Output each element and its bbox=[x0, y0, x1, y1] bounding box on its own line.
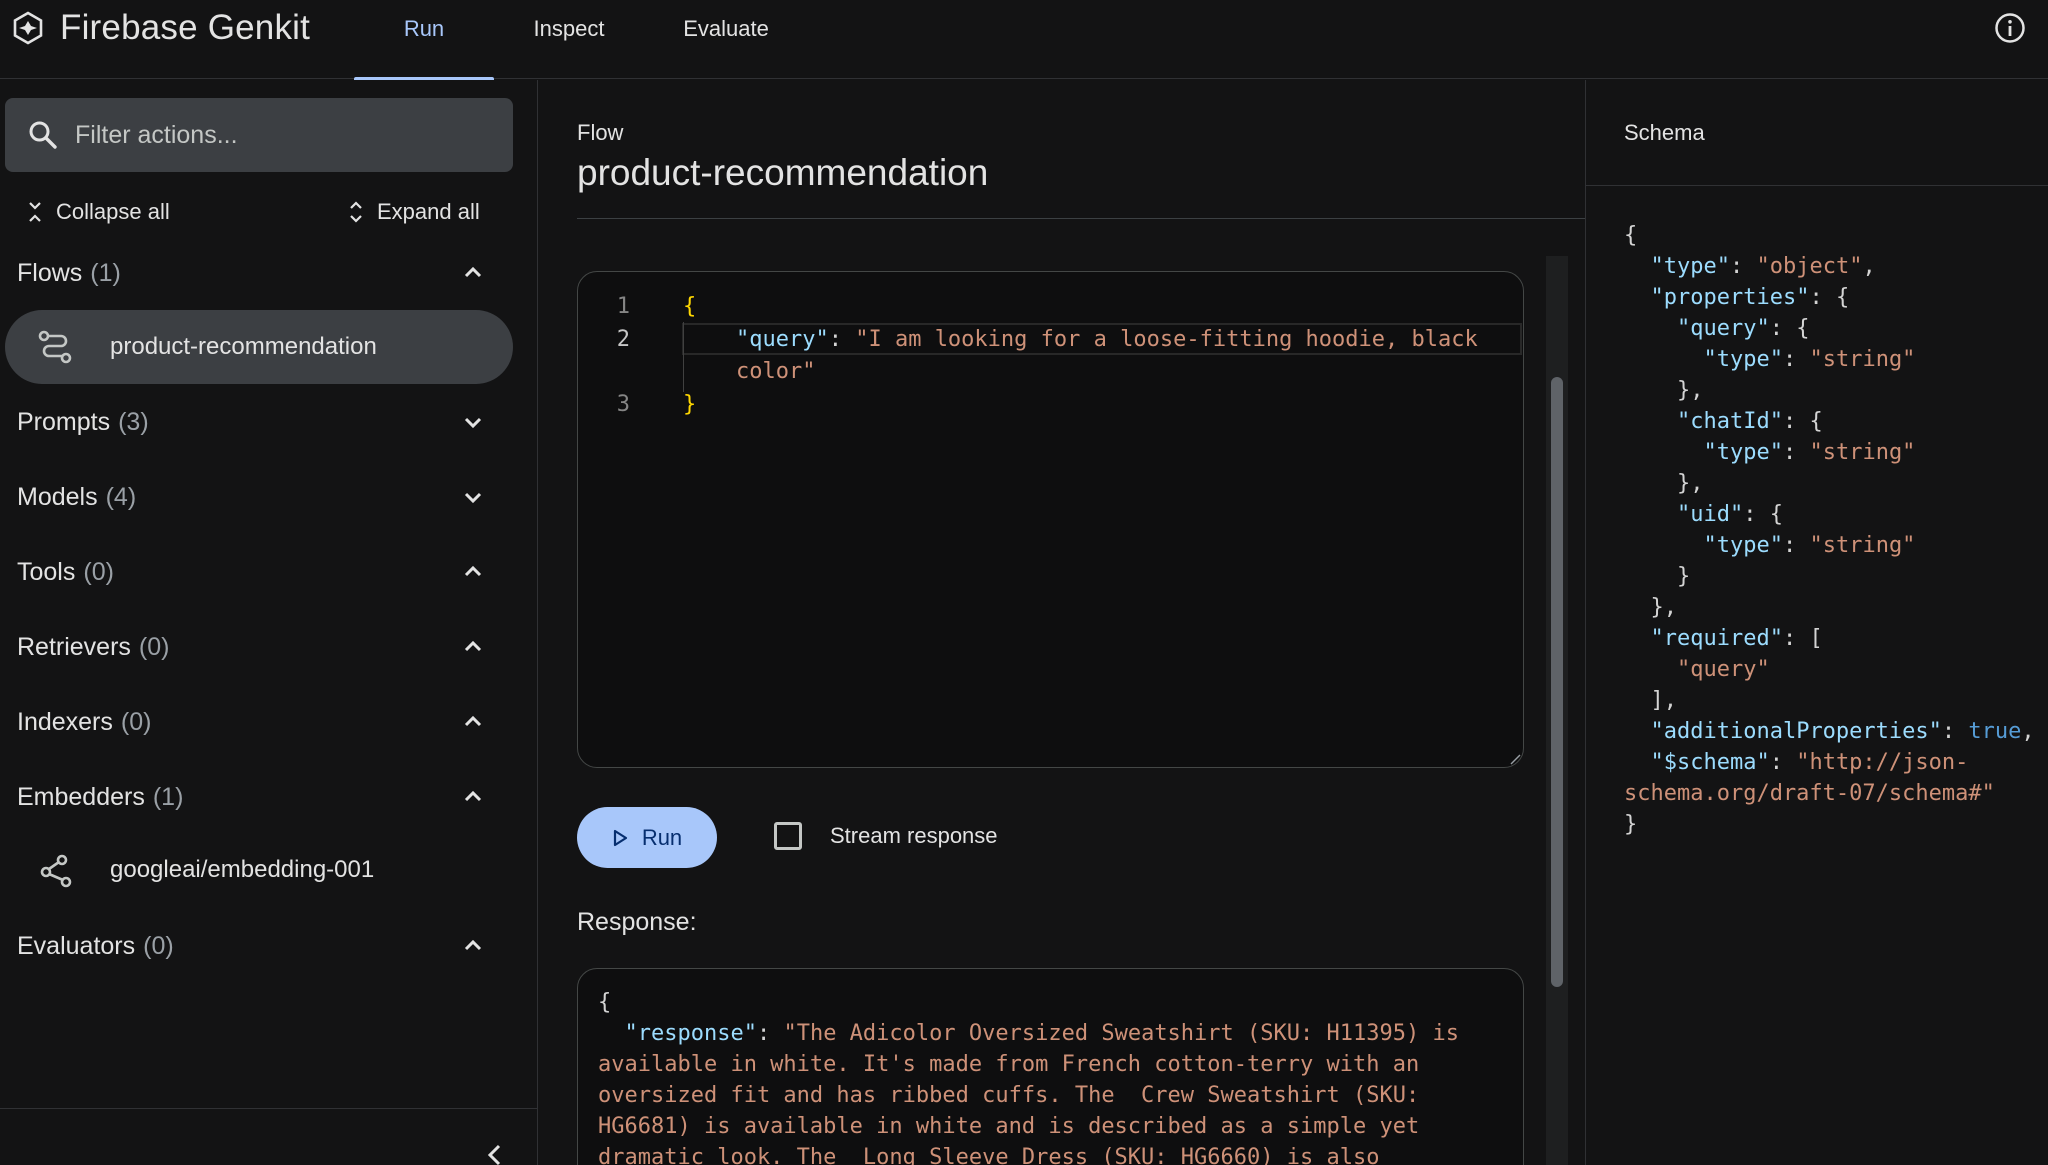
json-value-wrapped: color" bbox=[736, 359, 816, 384]
response-heading: Response: bbox=[577, 908, 697, 936]
chevron-up-icon bbox=[464, 640, 482, 652]
collapse-all-label: Collapse all bbox=[56, 199, 170, 224]
resize-handle-icon[interactable] bbox=[1509, 753, 1521, 765]
section-count: (0) bbox=[143, 931, 174, 960]
section-label: Prompts bbox=[17, 407, 111, 436]
embedder-item-googleai-embedding-001[interactable]: googleai/embedding-001 bbox=[5, 833, 513, 907]
section-label: Evaluators bbox=[17, 931, 136, 960]
run-button[interactable]: Run bbox=[577, 807, 717, 868]
top-bar: Firebase Genkit Run Inspect Evaluate bbox=[0, 0, 2048, 80]
section-label: Embedders bbox=[17, 782, 145, 811]
chevron-up-icon bbox=[464, 565, 482, 577]
run-button-label: Run bbox=[641, 824, 683, 850]
action-kind-label: Flow bbox=[577, 120, 624, 145]
app-title: Firebase Genkit bbox=[60, 8, 311, 47]
input-json-editor[interactable]: 1 2 3 { "query": "I am looking for a loo… bbox=[577, 271, 1524, 768]
section-count: (0) bbox=[83, 557, 114, 586]
expand-all-button[interactable]: Expand all bbox=[347, 192, 480, 232]
tab-evaluate[interactable]: Evaluate bbox=[670, 0, 782, 79]
info-icon[interactable] bbox=[1994, 12, 2026, 44]
play-icon bbox=[613, 829, 627, 846]
indent-guide bbox=[683, 322, 684, 392]
expand-icon bbox=[350, 201, 362, 223]
section-label: Models bbox=[17, 482, 98, 511]
tab-evaluate-label: Evaluate bbox=[683, 16, 769, 41]
section-count: (1) bbox=[152, 782, 184, 811]
schema-title: Schema bbox=[1624, 120, 1705, 145]
line-number: 2 bbox=[616, 327, 630, 352]
expand-all-label: Expand all bbox=[377, 199, 480, 224]
section-embedders[interactable]: Embedders (1) bbox=[0, 767, 520, 827]
json-close-brace: } bbox=[683, 392, 697, 417]
section-label: Flows bbox=[17, 258, 83, 287]
section-prompts[interactable]: Prompts (3) bbox=[0, 392, 520, 452]
line-number: 3 bbox=[616, 392, 630, 417]
section-models[interactable]: Models (4) bbox=[0, 467, 520, 527]
tab-run-label: Run bbox=[403, 16, 445, 41]
title-divider bbox=[577, 218, 1585, 219]
collapse-all-button[interactable]: Collapse all bbox=[26, 192, 170, 232]
section-count: (4) bbox=[105, 482, 137, 511]
tab-inspect[interactable]: Inspect bbox=[515, 0, 623, 79]
page-title: product-recommendation bbox=[577, 152, 989, 193]
section-evaluators[interactable]: Evaluators (0) bbox=[0, 916, 520, 976]
filter-box[interactable] bbox=[5, 98, 513, 172]
response-json: { "response": "The Adicolor Oversized Sw… bbox=[598, 990, 1473, 1165]
stream-response-label: Stream response bbox=[830, 823, 998, 848]
flow-icon bbox=[38, 330, 72, 364]
collapse-icon bbox=[29, 202, 41, 222]
scrollbar-thumb[interactable] bbox=[1551, 377, 1563, 987]
collapse-sidebar-icon[interactable] bbox=[484, 1142, 506, 1165]
section-flows[interactable]: Flows (1) bbox=[0, 243, 520, 303]
search-icon bbox=[29, 121, 57, 149]
main-panel: Flow product-recommendation 1 2 3 { "que… bbox=[539, 80, 1585, 1165]
schema-divider bbox=[1586, 185, 2048, 186]
flow-item-label: product-recommendation bbox=[110, 333, 377, 360]
tab-inspect-label: Inspect bbox=[533, 16, 605, 41]
flow-item-product-recommendation[interactable]: product-recommendation bbox=[5, 310, 513, 384]
section-retrievers[interactable]: Retrievers (0) bbox=[0, 617, 520, 677]
line-number: 1 bbox=[616, 294, 630, 319]
section-label: Tools bbox=[17, 557, 76, 586]
sidebar-divider bbox=[0, 1108, 538, 1109]
json-value: "I am looking for a loose-fitting hoodie… bbox=[855, 327, 1478, 352]
section-count: (3) bbox=[118, 407, 149, 436]
chevron-up-icon bbox=[464, 266, 482, 278]
json-open-brace: { bbox=[683, 294, 697, 319]
chevron-up-icon bbox=[464, 790, 482, 802]
chevron-down-icon bbox=[464, 492, 482, 504]
section-count: (1) bbox=[90, 258, 121, 287]
section-indexers[interactable]: Indexers (0) bbox=[0, 692, 520, 752]
genkit-logo-icon bbox=[13, 11, 43, 45]
json-key: "query" bbox=[736, 327, 829, 352]
schema-panel: Schema { "type": "object", "properties":… bbox=[1585, 80, 2048, 1165]
chevron-up-icon bbox=[464, 715, 482, 727]
share-nodes-icon bbox=[40, 854, 72, 888]
brand[interactable]: Firebase Genkit bbox=[10, 8, 310, 48]
filter-actions-input[interactable] bbox=[75, 120, 475, 150]
schema-json: { "type": "object", "properties": { "que… bbox=[1624, 223, 2035, 837]
chevron-down-icon bbox=[464, 417, 482, 429]
section-count: (0) bbox=[120, 707, 152, 736]
section-tools[interactable]: Tools (0) bbox=[0, 542, 520, 602]
section-count: (0) bbox=[138, 632, 170, 661]
chevron-up-icon bbox=[464, 939, 482, 951]
response-output[interactable]: { "response": "The Adicolor Oversized Sw… bbox=[577, 968, 1524, 1165]
sidebar: Collapse all Expand all Flows (1) produc… bbox=[0, 80, 538, 1165]
section-label: Indexers bbox=[17, 707, 113, 736]
stream-response-checkbox[interactable] bbox=[774, 822, 802, 850]
tab-run[interactable]: Run bbox=[354, 0, 494, 80]
embedder-item-label: googleai/embedding-001 bbox=[110, 856, 375, 883]
json-colon: : bbox=[828, 327, 856, 352]
section-label: Retrievers bbox=[17, 632, 131, 661]
json-query-line: "query": "I am looking for a loose-fitti… bbox=[736, 327, 1478, 352]
